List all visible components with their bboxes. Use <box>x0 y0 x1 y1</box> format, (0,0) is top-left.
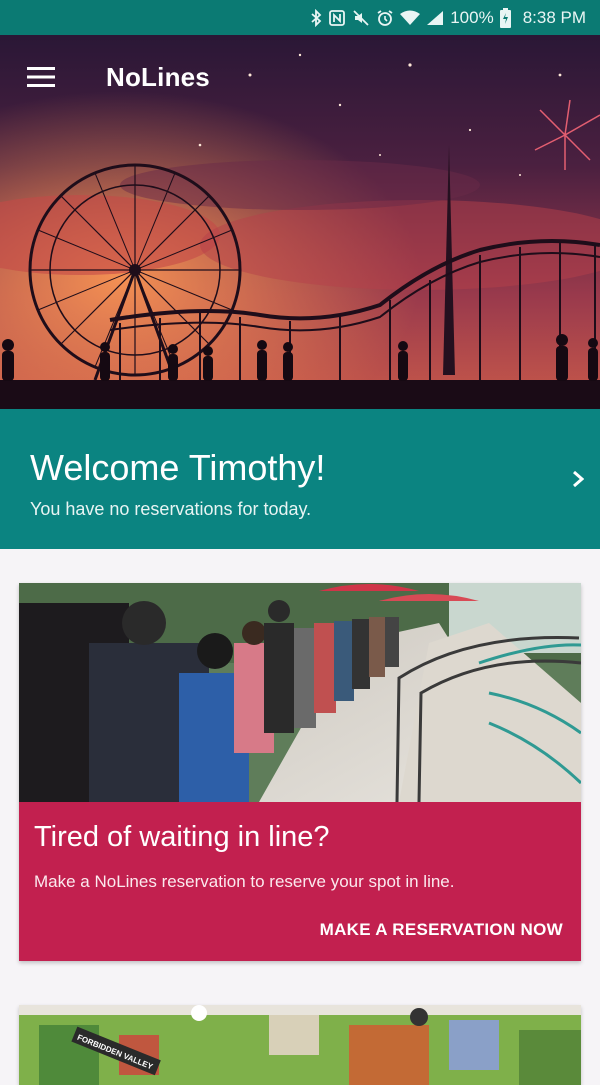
hamburger-menu-icon <box>27 67 55 87</box>
park-map-image: FORBIDDEN VALLEY <box>19 1005 581 1085</box>
signal-icon <box>427 10 444 25</box>
welcome-banner[interactable]: Welcome Timothy! You have no reservation… <box>0 409 600 549</box>
nfc-icon <box>329 9 346 26</box>
clock: 8:38 PM <box>522 7 586 27</box>
welcome-title: Welcome Timothy! <box>30 447 326 488</box>
chevron-right-icon <box>573 470 584 488</box>
menu-button[interactable] <box>0 35 82 119</box>
alarm-icon <box>377 9 393 26</box>
status-bar: 100% 8:38 PM <box>0 0 600 35</box>
queue-photo <box>19 583 581 802</box>
make-reservation-button[interactable]: MAKE A RESERVATION NOW <box>320 916 563 944</box>
wifi-icon <box>400 10 421 25</box>
card-description: Make a NoLines reservation to reserve yo… <box>34 872 455 891</box>
park-map-card[interactable]: FORBIDDEN VALLEY <box>19 1005 581 1085</box>
mute-icon <box>353 9 369 26</box>
card-title: Tired of waiting in line? <box>34 821 330 853</box>
welcome-chevron-button[interactable] <box>566 465 590 493</box>
welcome-subtitle: You have no reservations for today. <box>30 499 312 519</box>
reservation-card[interactable]: Tired of waiting in line? Make a NoLines… <box>19 583 581 961</box>
bluetooth-icon <box>311 8 322 27</box>
battery-icon <box>499 7 511 28</box>
app-title: NoLines <box>106 61 210 92</box>
app-bar: NoLines <box>0 35 600 119</box>
battery-percent: 100% <box>450 7 494 27</box>
